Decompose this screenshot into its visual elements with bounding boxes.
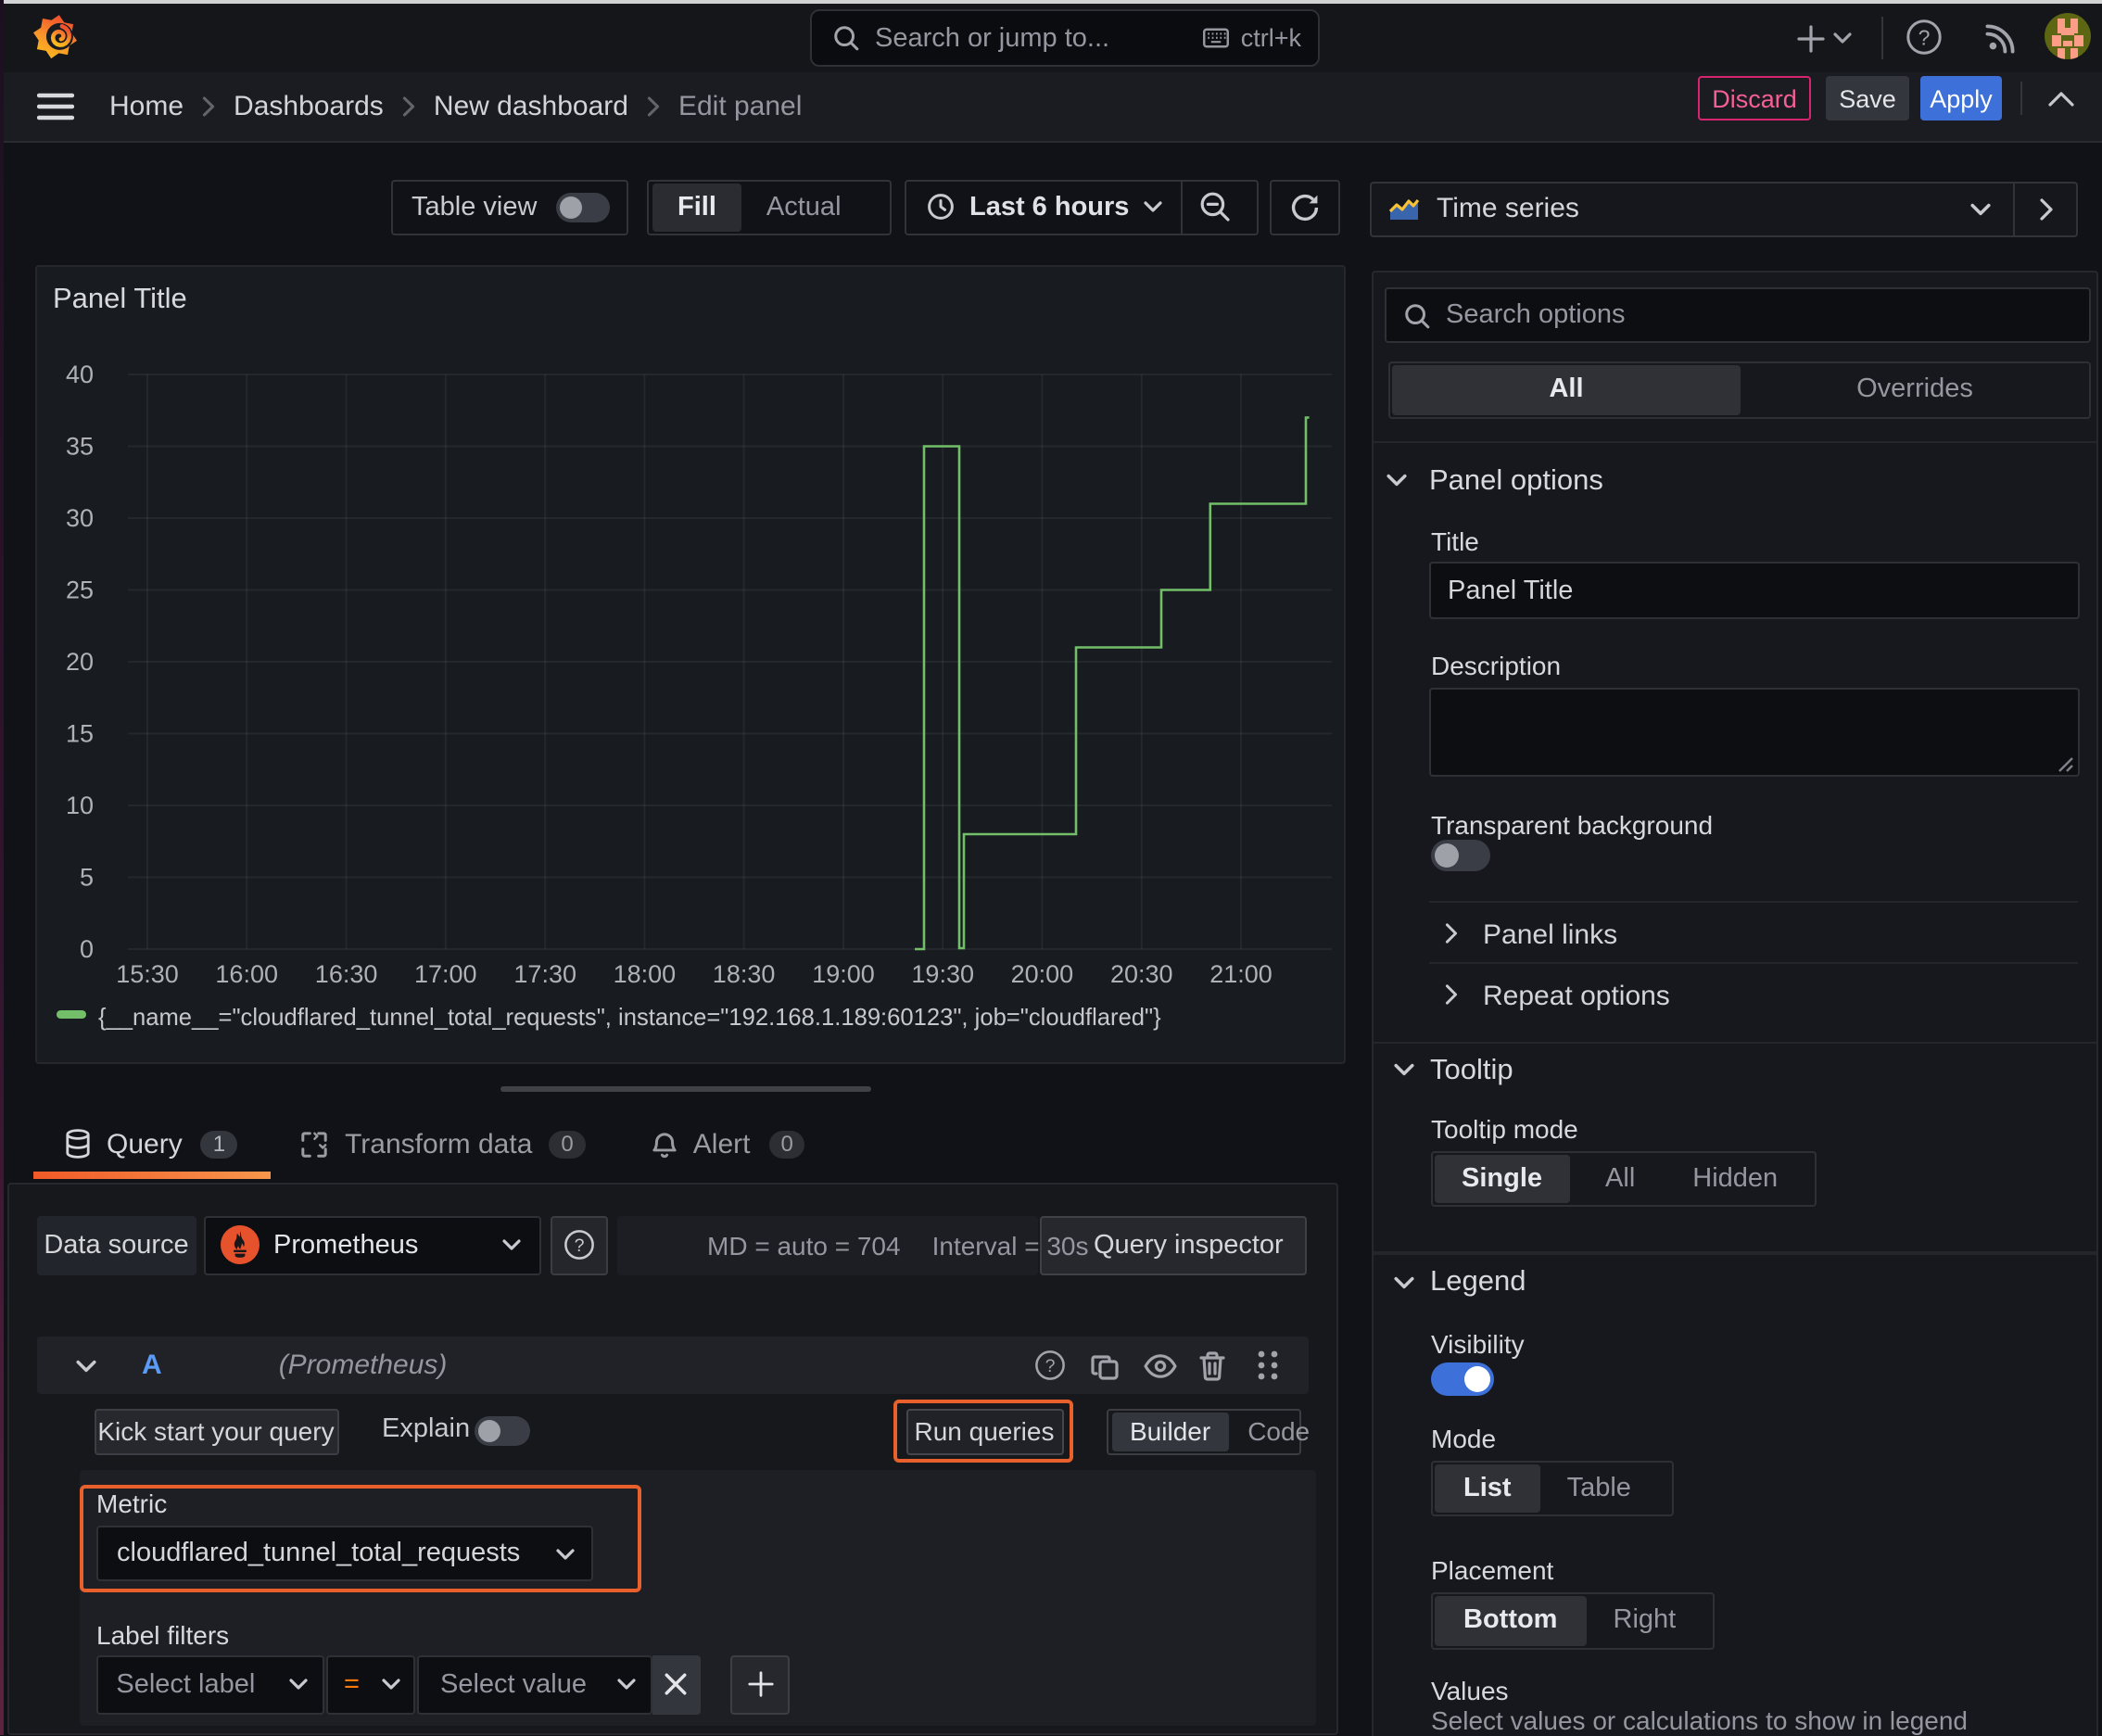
svg-text:19:00: 19:00 (811, 959, 874, 987)
svg-text:15:30: 15:30 (115, 959, 178, 987)
svg-text:?: ? (1918, 25, 1931, 49)
svg-text:0: 0 (79, 934, 93, 962)
svg-text:20:00: 20:00 (1010, 959, 1073, 987)
svg-text:17:30: 17:30 (513, 959, 576, 987)
svg-text:5: 5 (79, 863, 93, 891)
svg-text:15: 15 (65, 719, 93, 747)
svg-text:{__name__="cloudflared_tunnel_: {__name__="cloudflared_tunnel_total_requ… (97, 1004, 1160, 1030)
svg-text:25: 25 (65, 576, 93, 603)
svg-text:35: 35 (65, 432, 93, 460)
svg-text:?: ? (1045, 1356, 1055, 1376)
svg-text:10: 10 (65, 791, 93, 818)
svg-text:18:30: 18:30 (712, 959, 775, 987)
svg-text:18:00: 18:00 (613, 959, 676, 987)
svg-text:17:00: 17:00 (413, 959, 476, 987)
svg-text:40: 40 (65, 360, 93, 387)
svg-text:16:00: 16:00 (214, 959, 277, 987)
svg-text:?: ? (574, 1235, 584, 1256)
svg-text:20: 20 (65, 647, 93, 675)
svg-text:16:30: 16:30 (314, 959, 377, 987)
svg-text:21:00: 21:00 (1209, 959, 1272, 987)
svg-text:30: 30 (65, 503, 93, 531)
svg-text:20:30: 20:30 (1109, 959, 1172, 987)
svg-text:19:30: 19:30 (910, 959, 973, 987)
